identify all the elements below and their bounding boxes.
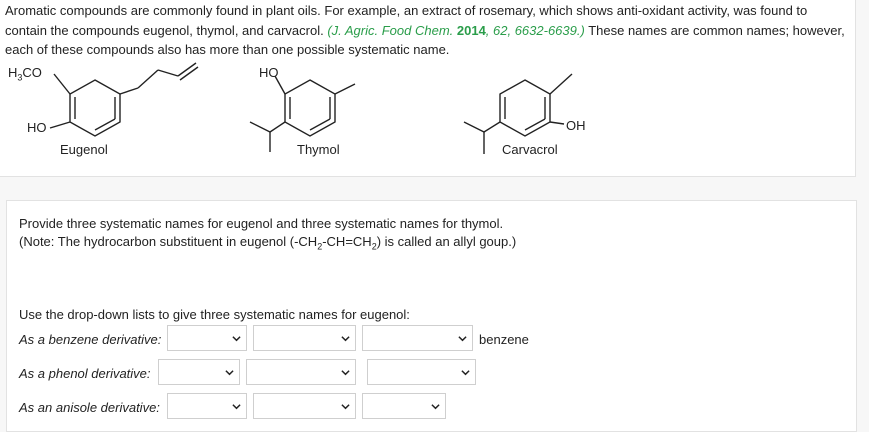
eugenol-structure <box>49 62 199 137</box>
chevron-down-icon <box>341 404 350 410</box>
question-line-1: Provide three systematic names for eugen… <box>19 216 504 231</box>
chevron-down-icon <box>232 404 241 410</box>
anisole-derivative-label: As an anisole derivative: <box>19 400 160 415</box>
instruction-text: Use the drop-down lists to give three sy… <box>19 307 410 322</box>
phenol-select-2[interactable] <box>246 359 356 385</box>
phenol-select-3[interactable] <box>367 359 476 385</box>
thymol-name: Thymol <box>297 142 340 157</box>
chevron-down-icon <box>461 370 470 376</box>
intro-paragraph: Aromatic compounds are commonly found in… <box>5 1 850 60</box>
anisole-select-3[interactable] <box>362 393 446 419</box>
structures-figure: H3CO HO Eugenol HO Thymol OH Carvacrol <box>0 60 620 170</box>
chevron-down-icon <box>232 336 241 342</box>
question-card: Provide three systematic names for eugen… <box>6 200 857 432</box>
chevron-down-icon <box>341 370 350 376</box>
benzene-select-3[interactable] <box>362 325 473 351</box>
question-text: Provide three systematic names for eugen… <box>19 215 516 256</box>
benzene-suffix: benzene <box>479 332 529 347</box>
phenol-select-1[interactable] <box>158 359 240 385</box>
eugenol-name: Eugenol <box>60 142 108 157</box>
chevron-down-icon <box>225 370 234 376</box>
carvacrol-name: Carvacrol <box>502 142 558 157</box>
benzene-select-1[interactable] <box>167 325 247 351</box>
carvacrol-hydroxyl-label: OH <box>566 118 586 133</box>
chevron-down-icon <box>431 404 440 410</box>
phenol-derivative-label: As a phenol derivative: <box>19 366 151 381</box>
eugenol-hydroxyl-label: HO <box>27 120 47 135</box>
thymol-structure <box>249 75 356 152</box>
thymol-hydroxyl-label: HO <box>259 65 279 80</box>
methoxy-label: H3CO <box>8 65 42 83</box>
question-line-2: (Note: The hydrocarbon substituent in eu… <box>19 234 517 252</box>
anisole-select-1[interactable] <box>167 393 247 419</box>
chevron-down-icon <box>341 336 350 342</box>
journal-reference: (J. Agric. Food Chem. 2014, 62, 6632-663… <box>327 22 585 38</box>
intro-card: Aromatic compounds are commonly found in… <box>0 0 856 177</box>
benzene-derivative-label: As a benzene derivative: <box>19 332 162 347</box>
benzene-select-2[interactable] <box>253 325 356 351</box>
chevron-down-icon <box>458 336 467 342</box>
anisole-select-2[interactable] <box>253 393 356 419</box>
